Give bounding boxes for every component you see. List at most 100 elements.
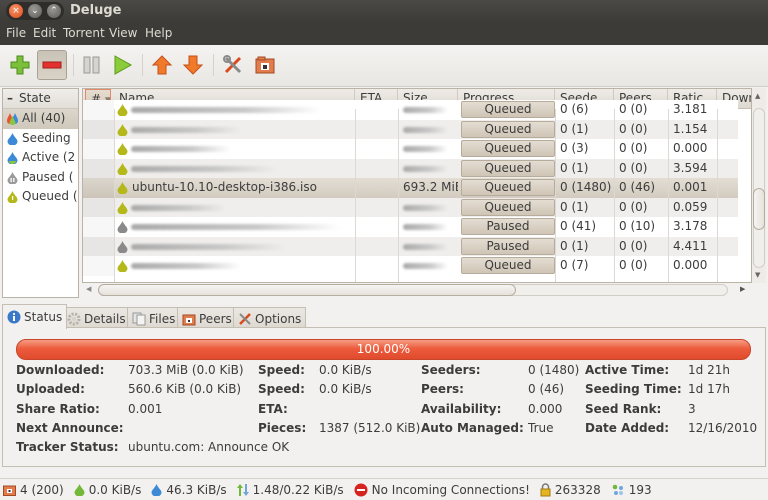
free-space-indicator[interactable]: 263328 [540,483,601,497]
ratio-cell: 0.001 [673,180,708,194]
sidebar-item-paused[interactable]: Paused ( [3,168,78,188]
peers-cell: 0 (10) [619,219,656,233]
download-speed-indicator[interactable]: 0.0 KiB/s [74,483,141,497]
scroll-left-icon[interactable]: ◀ [86,285,91,293]
queue-down-button[interactable] [178,50,208,80]
table-row[interactable]: 0 (7) 0 (0) 0.000 Queued [83,256,738,276]
eta-cell [355,217,398,237]
resume-button[interactable] [107,50,137,80]
seeders-label: Seeders: [421,363,481,377]
seed-rank-label: Seed Rank: [585,402,662,416]
download-speed-label: Speed: [258,363,305,377]
tab-details[interactable]: Details [62,307,131,329]
sidebar-item-active[interactable]: Active (2 [3,148,78,168]
progress-cell: Queued [461,101,555,118]
eta-cell [355,139,398,159]
tracker-status-value: ubuntu.com: Announce OK [128,440,290,454]
queue-up-button[interactable] [147,50,177,80]
size-cell [398,139,458,159]
eta-label: ETA: [258,402,288,416]
queue-position-cell [83,159,114,179]
tab-status[interactable]: Status [2,304,68,329]
plus-icon [10,55,30,75]
arrow-down-icon [182,55,204,75]
horizontal-scroll-thumb[interactable] [98,284,516,296]
upload-speed-indicator[interactable]: 46.3 KiB/s [151,483,227,497]
add-torrent-button[interactable] [5,50,35,80]
window-title: Deluge [70,3,122,18]
table-row[interactable]: 0 (1) 0 (0) 4.411 Paused [83,236,738,257]
menu-edit[interactable]: Edit [33,26,56,40]
sidebar-item-label: Active (2 [22,150,76,165]
seeds-cell: 0 (6) [560,102,589,116]
name-cell [127,120,355,140]
progress-text: 100.00% [356,342,411,356]
sidebar-header[interactable]: – State [3,89,78,109]
column-divider [668,109,669,282]
size-cell [398,100,458,120]
column-divider [717,109,718,282]
sidebar-item-all[interactable]: All (40) [3,109,78,129]
sidebar-item-label: Seeding [22,130,71,145]
menu-torrent[interactable]: Torrent [63,26,105,40]
peers-cell: 0 (0) [619,102,648,116]
preferences-button[interactable] [218,50,248,80]
vertical-scroll-thumb[interactable] [753,188,765,230]
protocol-traffic-indicator[interactable]: 1.48/0.22 KiB/s [236,483,344,497]
paused-icon [7,171,18,184]
incoming-connections-warning[interactable]: No Incoming Connections! [354,483,530,497]
menu-help[interactable]: Help [145,26,172,40]
table-row[interactable]: 0 (41) 0 (10) 3.178 Paused [83,217,738,237]
tab-files[interactable]: Files [127,307,181,329]
menu-file[interactable]: File [6,26,26,40]
peers-cell: 0 (0) [619,160,648,175]
menu-view[interactable]: View [109,26,137,40]
progress-cell: Paused [461,218,555,235]
dht-nodes-indicator[interactable]: 193 [611,483,652,497]
eta-cell [355,120,398,140]
size-cell [398,256,458,276]
close-window-button[interactable]: × [9,4,23,18]
vertical-scrollbar[interactable]: ▲ ▼ [752,88,766,283]
connections-indicator[interactable]: 4 (200) [3,483,64,497]
eta-cell [355,100,398,120]
table-row[interactable]: 0 (1) 0 (0) 3.594 Queued [83,158,738,179]
sidebar-item-queued[interactable]: Queued ( [3,187,78,207]
table-row[interactable]: 0 (6) 0 (0) 3.181 Queued [83,100,738,120]
table-row[interactable]: 0 (1) 0 (0) 1.154 Queued [83,119,738,140]
name-cell [127,217,355,237]
name-cell [127,139,355,159]
active-time-value: 1d 21h [688,363,730,377]
table-row[interactable]: 0 (3) 0 (0) 0.000 Queued [83,139,738,159]
pause-icon [83,56,100,74]
scroll-right-icon[interactable]: ▶ [740,285,745,293]
table-row[interactable]: ubuntu-10.10-desktop-i386.iso 693.2 MiB 0 … [83,178,738,198]
peers-cell: 0 (0) [619,258,648,272]
maximize-window-button[interactable]: ⌃ [47,4,61,18]
tab-options[interactable]: Options [233,307,307,329]
ratio-cell: 3.594 [673,160,708,175]
tab-label: Status [24,310,63,324]
name-cell: ubuntu-10.10-desktop-i386.iso [132,180,317,194]
queue-position-cell [83,139,114,159]
tab-peers[interactable]: Peers [177,307,237,329]
name-cell [127,100,355,120]
pause-button[interactable] [77,50,107,80]
tab-label: Peers [199,311,232,326]
horizontal-scrollbar[interactable]: ◀ ▶ [82,283,752,297]
scroll-down-icon[interactable]: ▼ [755,271,760,279]
date-added-value: 12/16/2010 [688,421,758,435]
peers-icon [182,314,196,325]
progress-cell: Queued [461,120,555,138]
sidebar-item-seeding[interactable]: Seeding [3,129,78,149]
remove-torrent-button[interactable] [37,50,67,80]
column-divider [114,109,115,282]
state-filter-sidebar: – State All (40) Seeding Active (2 Paused… [2,88,79,298]
minus-icon [42,61,62,69]
eta-cell [355,237,398,257]
connection-manager-button[interactable] [250,50,280,80]
name-cell [127,198,355,218]
table-row[interactable]: 0 (1) 0 (0) 0.059 Queued [83,197,738,218]
scroll-up-icon[interactable]: ▲ [755,92,760,100]
minimize-window-button[interactable]: ⌄ [28,4,42,18]
